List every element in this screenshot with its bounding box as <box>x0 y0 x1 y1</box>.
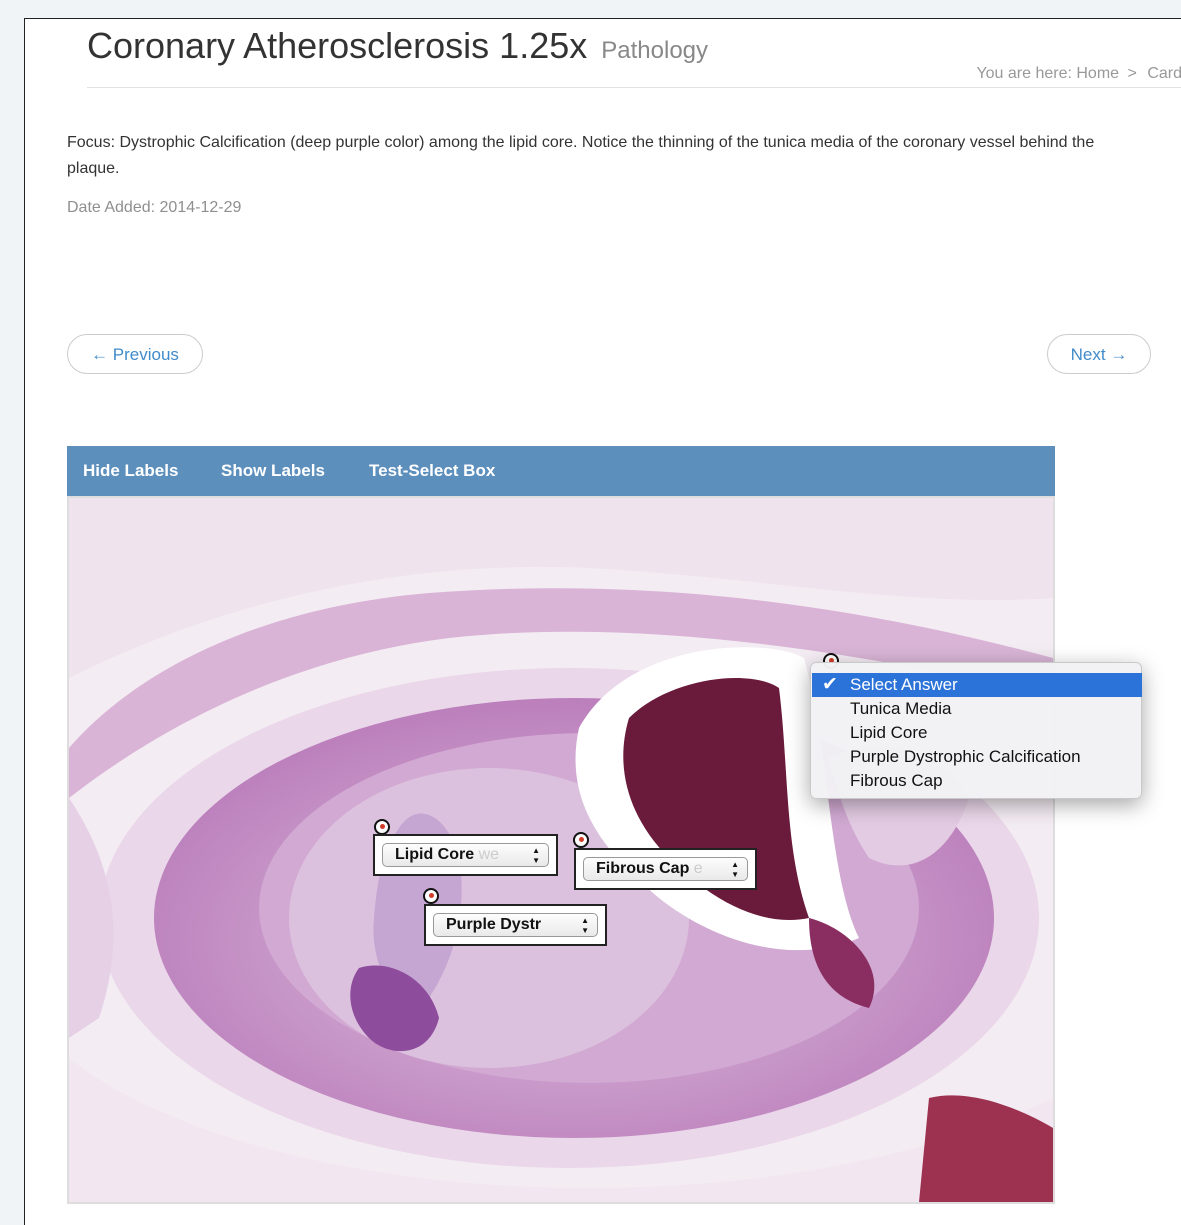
label-overflow-lipid-core: we <box>478 846 500 863</box>
next-button[interactable]: Next → <box>1047 334 1151 374</box>
date-added: Date Added: 2014-12-29 <box>67 199 242 216</box>
page-title: Coronary Atherosclerosis 1.25x Pathology <box>87 25 708 67</box>
breadcrumb-prefix: You are here: <box>976 65 1072 82</box>
label-box-purple-dystrophic[interactable]: Purple Dystr ▲ ▼ <box>424 904 607 946</box>
dropdown-option-fibrous-cap[interactable]: Fibrous Cap <box>812 769 1142 793</box>
page-header: Coronary Atherosclerosis 1.25x Pathology… <box>87 25 1181 88</box>
hide-labels-button[interactable]: Hide Labels <box>83 446 178 496</box>
tissue-illustration <box>69 498 1053 1202</box>
dropdown-option-purple-dystrophic[interactable]: Purple Dystrophic Calcification <box>812 745 1142 769</box>
histology-image <box>67 496 1055 1204</box>
label-text-lipid-core: Lipid Core <box>395 846 475 863</box>
label-marker-fibrous-cap[interactable] <box>573 832 589 848</box>
image-viewer: Hide Labels Show Labels Test-Select Box <box>67 446 1055 1204</box>
option-label: Select Answer <box>850 675 958 694</box>
select-arrows-icon: ▲ ▼ <box>581 916 589 935</box>
dropdown-option-select-answer[interactable]: ✔ Select Answer <box>812 673 1142 697</box>
label-select-purple-dystrophic[interactable]: Purple Dystr ▲ ▼ <box>433 913 598 937</box>
page-content: Coronary Atherosclerosis 1.25x Pathology… <box>24 18 1181 1225</box>
dropdown-option-tunica-media[interactable]: Tunica Media <box>812 697 1142 721</box>
breadcrumb-home-link[interactable]: Home <box>1076 65 1119 82</box>
show-labels-button[interactable]: Show Labels <box>221 446 325 496</box>
label-select-fibrous-cap[interactable]: Fibrous Cap e ▲ ▼ <box>583 857 748 881</box>
breadcrumb-separator: > <box>1127 65 1137 82</box>
page-title-text: Coronary Atherosclerosis 1.25x <box>87 25 588 66</box>
viewer-toolbar: Hide Labels Show Labels Test-Select Box <box>67 446 1055 496</box>
checkmark-icon: ✔ <box>822 674 838 695</box>
label-box-lipid-core[interactable]: Lipid Core we ▲ ▼ <box>373 834 558 876</box>
select-arrows-icon: ▲ ▼ <box>532 846 540 865</box>
select-arrows-icon: ▲ ▼ <box>731 860 739 879</box>
category-label: Pathology <box>601 37 709 64</box>
answer-dropdown-menu: ✔ Select Answer Tunica Media Lipid Core … <box>810 662 1142 799</box>
description-text: Focus: Dystrophic Calcification (deep pu… <box>67 134 1095 177</box>
dropdown-option-lipid-core[interactable]: Lipid Core <box>812 721 1142 745</box>
test-select-box-button[interactable]: Test-Select Box <box>369 446 495 496</box>
breadcrumb-current[interactable]: Card <box>1147 65 1181 82</box>
label-text-fibrous-cap: Fibrous Cap <box>596 860 690 877</box>
label-select-lipid-core[interactable]: Lipid Core we ▲ ▼ <box>382 843 549 867</box>
label-marker-purple-dystrophic[interactable] <box>423 888 439 904</box>
label-box-fibrous-cap[interactable]: Fibrous Cap e ▲ ▼ <box>574 848 757 890</box>
previous-button[interactable]: ← Previous <box>67 334 203 374</box>
label-overflow-fibrous-cap: e <box>693 860 703 877</box>
breadcrumb: You are here: Home > Card <box>976 65 1181 83</box>
label-text-purple-dystrophic: Purple Dystr <box>446 916 542 933</box>
label-marker-lipid-core[interactable] <box>374 819 390 835</box>
